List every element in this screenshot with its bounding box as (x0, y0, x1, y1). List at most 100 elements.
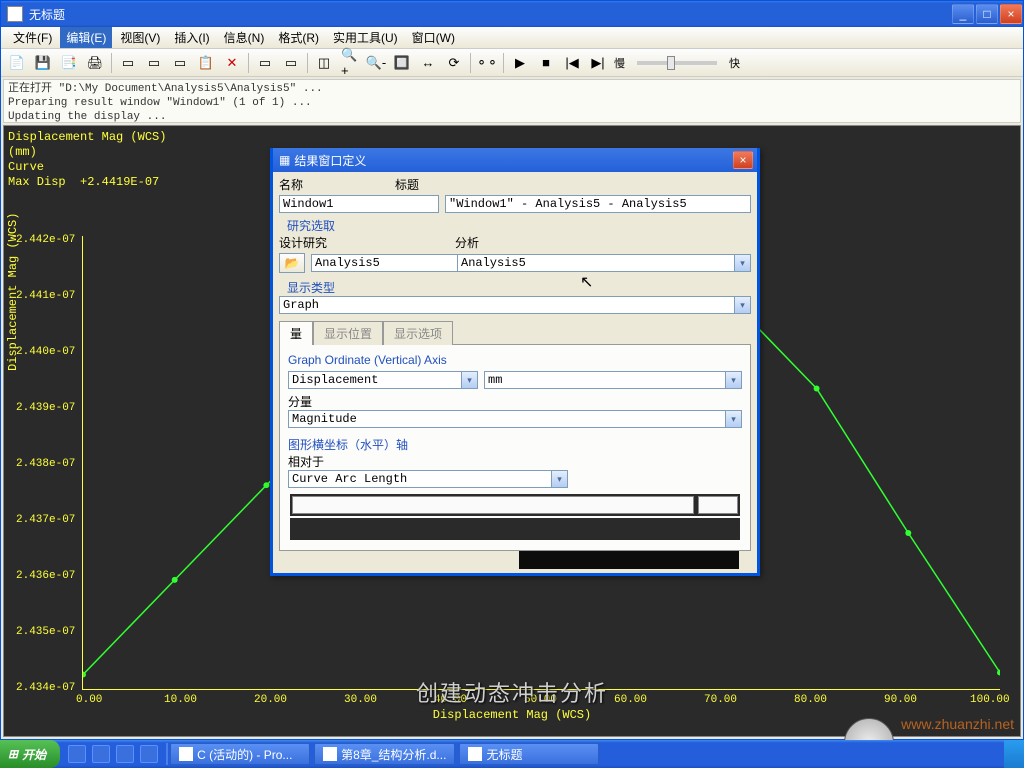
menu-tools[interactable]: 实用工具(U) (327, 27, 404, 48)
subtitle-overlay: 创建动态冲击分析 (416, 676, 608, 708)
x-tick: 10.00 (164, 694, 197, 706)
tab-display-options[interactable]: 显示选项 (383, 321, 453, 345)
study-section-label: 研究选取 (287, 217, 751, 234)
close-button[interactable]: × (1000, 4, 1022, 24)
result2-icon[interactable]: ▭ (281, 53, 301, 73)
menu-insert[interactable]: 插入(I) (168, 27, 215, 48)
menubar: 文件(F) 编辑(E) 视图(V) 插入(I) 信息(N) 格式(R) 实用工具… (1, 27, 1023, 49)
speed-slider[interactable] (637, 61, 717, 65)
component-combo[interactable]: ▾ (288, 410, 742, 428)
window1-icon[interactable]: ▭ (118, 53, 138, 73)
link-icon[interactable]: ⚬⚬ (477, 53, 497, 73)
design-study-combo[interactable]: ▾ (311, 254, 451, 272)
next-icon[interactable]: ▶| (588, 53, 608, 73)
minimize-button[interactable]: _ (952, 4, 974, 24)
title-input[interactable] (445, 195, 751, 213)
result1-icon[interactable]: ▭ (255, 53, 275, 73)
status-log: 正在打开 "D:\My Document\Analysis5\Analysis5… (3, 79, 1021, 123)
display-type-combo[interactable]: ▾ (279, 296, 751, 314)
open-folder-button[interactable]: 📂 (279, 253, 305, 273)
y-tick: 2.441e-07 (16, 290, 75, 302)
delete-icon[interactable]: ✕ (222, 53, 242, 73)
system-tray[interactable] (1004, 740, 1024, 768)
ql-desktop-icon[interactable] (92, 745, 110, 763)
relative-combo[interactable]: ▾ (288, 470, 568, 488)
y-tick: 2.437e-07 (16, 514, 75, 526)
save-icon[interactable]: 💾 (33, 53, 53, 73)
window2-icon[interactable]: ▭ (144, 53, 164, 73)
dialog-close-button[interactable]: × (733, 151, 753, 169)
watermark: www.zhuanzhi.net (901, 716, 1014, 732)
ordinate-quantity-combo[interactable]: ▾ (288, 371, 478, 389)
chart-header: Displacement Mag (WCS) (mm) Curve Max Di… (8, 130, 166, 190)
ordinate-unit-combo[interactable]: ▾ (484, 371, 742, 389)
zoom-out-icon[interactable]: 🔍- (366, 53, 386, 73)
dialog-titlebar[interactable]: ▦ 结果窗口定义 × (273, 148, 757, 172)
prev-icon[interactable]: |◀ (562, 53, 582, 73)
x-tick: 70.00 (704, 694, 737, 706)
quick-launch (68, 745, 158, 763)
task-item[interactable]: 第8章_结构分析.d... (314, 743, 455, 765)
zoom-in-icon[interactable]: 🔍+ (340, 53, 360, 73)
window3-icon[interactable]: ▭ (170, 53, 190, 73)
x-tick: 0.00 (76, 694, 102, 706)
titlebar[interactable]: 无标题 _ □ × (1, 1, 1023, 27)
ql-ie-icon[interactable] (68, 745, 86, 763)
menu-format[interactable]: 格式(R) (272, 27, 325, 48)
x-tick: 90.00 (884, 694, 917, 706)
new-icon[interactable]: 📄 (7, 53, 27, 73)
analysis-label: 分析 (455, 234, 479, 251)
pan-icon[interactable]: ↔ (418, 53, 438, 73)
print-icon[interactable]: 🖨 (85, 53, 105, 73)
stop-icon[interactable]: ■ (536, 53, 556, 73)
copy-icon[interactable]: 📑 (59, 53, 79, 73)
component-label: 分量 (288, 393, 742, 410)
relative-label: 相对于 (288, 453, 742, 470)
app-icon (7, 6, 23, 22)
zoom-fit-icon[interactable]: 🔲 (392, 53, 412, 73)
rotate-icon[interactable]: ⟳ (444, 53, 464, 73)
clipboard-icon[interactable]: 📋 (196, 53, 216, 73)
toolbar: 📄 💾 📑 🖨 ▭ ▭ ▭ 📋 ✕ ▭ ▭ ◫ 🔍+ 🔍- 🔲 ↔ ⟳ ⚬⚬ ▶… (1, 49, 1023, 77)
cursor-icon: ↖ (580, 272, 593, 292)
ordinate-group-label: Graph Ordinate (Vertical) Axis (288, 353, 742, 367)
y-tick: 2.442e-07 (16, 234, 75, 246)
select-box-icon[interactable]: ◫ (314, 53, 334, 73)
menu-view[interactable]: 视图(V) (114, 27, 166, 48)
tab-page-quantity: Graph Ordinate (Vertical) Axis ▾ ▾ 分量 ▾ … (279, 344, 751, 551)
tab-quantity[interactable]: 量 (279, 321, 313, 345)
design-study-label: 设计研究 (279, 234, 449, 251)
name-input[interactable] (279, 195, 439, 213)
task-item[interactable]: 无标题 (459, 743, 599, 765)
slider-left-label: 慢 (614, 55, 625, 71)
x-tick: 20.00 (254, 694, 287, 706)
ql-app1-icon[interactable] (116, 745, 134, 763)
ql-app2-icon[interactable] (140, 745, 158, 763)
menu-info[interactable]: 信息(N) (218, 27, 271, 48)
window-title: 无标题 (29, 6, 65, 23)
y-tick: 2.438e-07 (16, 458, 75, 470)
dialog-bottom-bar (519, 551, 739, 569)
x-tick: 30.00 (344, 694, 377, 706)
menu-file[interactable]: 文件(F) (7, 27, 58, 48)
task-item[interactable]: C (活动的) - Pro... (170, 743, 310, 765)
menu-window[interactable]: 窗口(W) (406, 27, 461, 48)
y-tick: 2.434e-07 (16, 682, 75, 694)
start-button[interactable]: ⊞开始 (0, 740, 60, 768)
x-tick: 80.00 (794, 694, 827, 706)
name-label: 名称 (279, 176, 389, 193)
abscissa-group-label: 图形横坐标（水平）轴 (288, 436, 742, 453)
dialog-title: 结果窗口定义 (294, 152, 366, 169)
play-icon[interactable]: ▶ (510, 53, 530, 73)
tab-display-position[interactable]: 显示位置 (313, 321, 383, 345)
slot-1 (290, 494, 740, 516)
maximize-button[interactable]: □ (976, 4, 998, 24)
title-label: 标题 (395, 176, 419, 193)
y-tick: 2.439e-07 (16, 402, 75, 414)
y-tick: 2.440e-07 (16, 346, 75, 358)
display-type-label: 显示类型 (287, 279, 751, 296)
tab-bar: 量 显示位置 显示选项 (279, 320, 751, 344)
y-tick: 2.436e-07 (16, 570, 75, 582)
menu-edit[interactable]: 编辑(E) (60, 27, 112, 48)
analysis-combo[interactable]: ▾ (457, 254, 751, 272)
